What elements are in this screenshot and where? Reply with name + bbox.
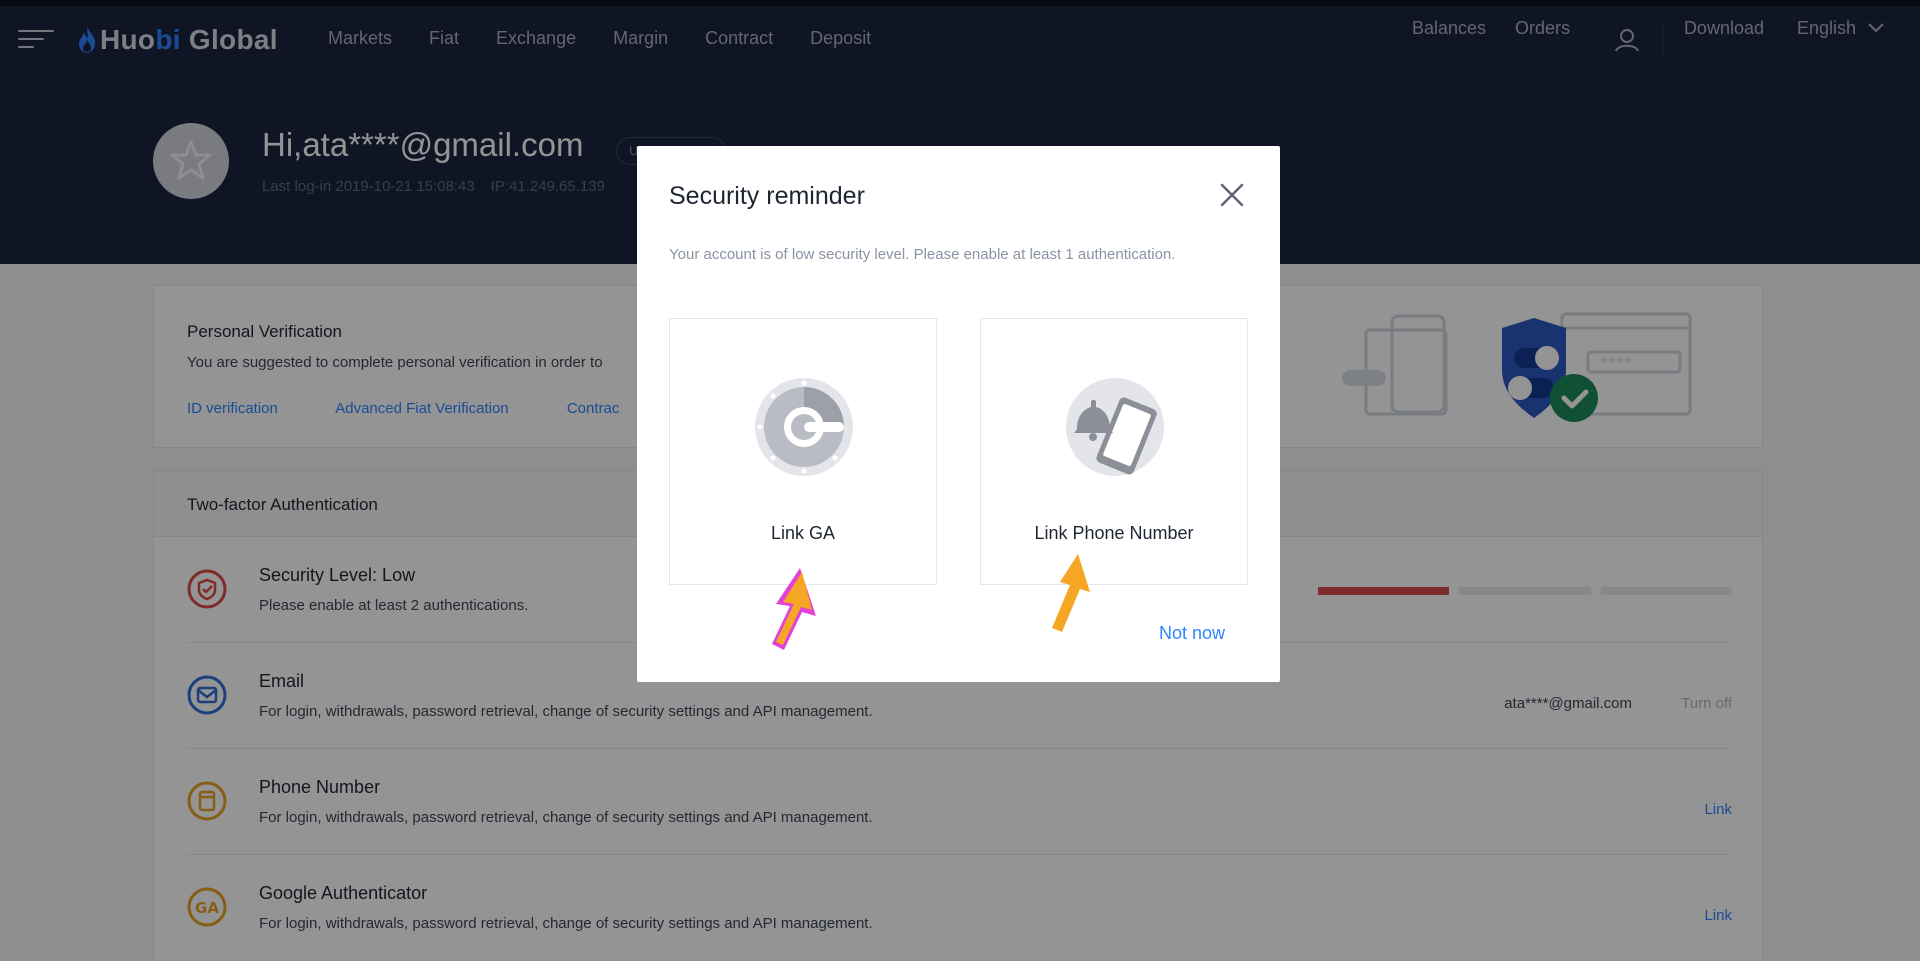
link-phone-label: Link Phone Number bbox=[1034, 523, 1194, 543]
close-icon[interactable] bbox=[1217, 180, 1247, 210]
not-now-button[interactable]: Not now bbox=[1159, 623, 1225, 644]
link-phone-option[interactable]: Link Phone Number bbox=[980, 318, 1248, 585]
google-authenticator-icon bbox=[755, 378, 853, 476]
dialog-description: Your account is of low security level. P… bbox=[669, 246, 1176, 263]
security-reminder-dialog: Security reminder Your account is of low… bbox=[637, 146, 1280, 682]
link-ga-option[interactable]: Link GA bbox=[669, 318, 937, 585]
link-ga-label: Link GA bbox=[770, 523, 836, 543]
dialog-title: Security reminder bbox=[669, 182, 865, 210]
phone-bell-icon bbox=[1066, 378, 1164, 476]
